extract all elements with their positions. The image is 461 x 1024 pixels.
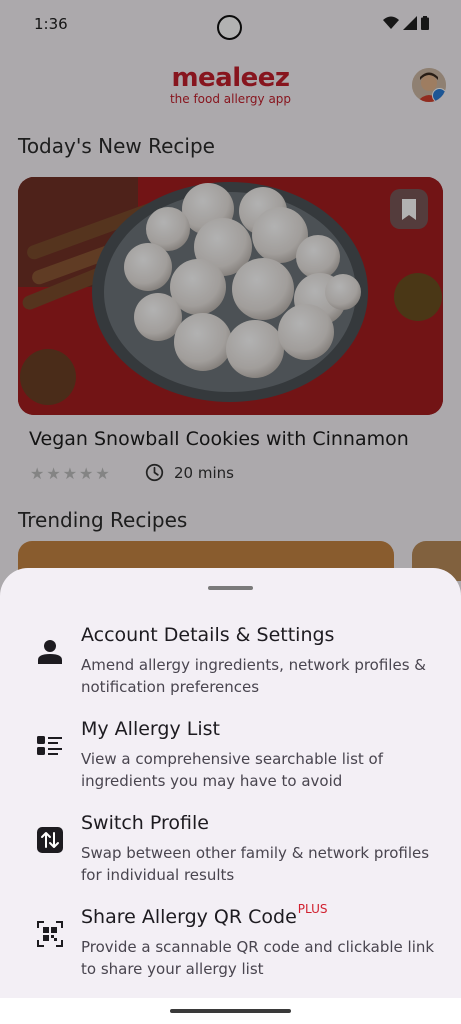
app-screen: 1:36 mealeez the food allergy app Today'… [0,0,461,1024]
menu-item-title: My Allergy List [81,718,220,740]
qr-code-icon [37,921,63,947]
menu-item-title: Account Details & Settings [81,624,335,646]
bottom-sheet: Account Details & Settings Amend allergy… [0,568,461,998]
menu-item-description: Amend allergy ingredients, network profi… [81,656,426,696]
person-icon [38,640,62,664]
swap-icon [37,827,63,853]
menu-item-title: Switch Profile [81,812,209,834]
menu-item-title: Share Allergy QR CodePLUS [81,902,328,928]
gesture-handle[interactable] [170,1009,291,1013]
menu-item-title-text: Share Allergy QR Code [81,906,297,928]
sheet-drag-handle[interactable] [208,586,253,590]
menu-item-description: Swap between other family & network prof… [81,844,430,884]
menu-item-description: Provide a scannable QR code and clickabl… [81,938,435,978]
menu-item-description: View a comprehensive searchable list of … [81,750,384,790]
list-icon [37,736,62,755]
plus-badge: PLUS [297,902,328,916]
